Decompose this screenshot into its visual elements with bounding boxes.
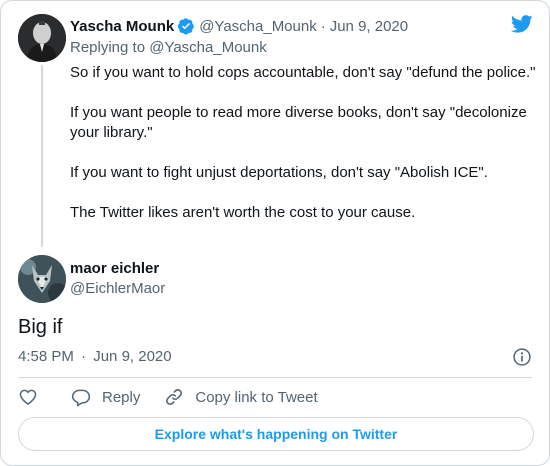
author-handle[interactable]: @EichlerMaor	[70, 280, 165, 297]
like-button[interactable]	[18, 387, 38, 407]
main-tweet-text: Big if	[18, 316, 63, 338]
avatar-maor-eichler[interactable]	[18, 255, 66, 303]
tweet-actions: Reply Copy link to Tweet	[18, 387, 318, 407]
separator-dot: ·	[320, 17, 326, 35]
copy-link-label: Copy link to Tweet	[195, 388, 318, 406]
copy-link-button[interactable]: Copy link to Tweet	[164, 387, 318, 407]
explore-twitter-button[interactable]: Explore what's happening on Twitter	[18, 417, 534, 451]
parent-tweet-header: Yascha Mounk @Yascha_Mounk · Jun 9, 2020	[70, 17, 408, 35]
heart-icon	[19, 389, 37, 405]
author-name[interactable]: maor eichler	[70, 260, 159, 277]
replying-mention-link[interactable]: @Yascha_Mounk	[149, 39, 267, 56]
twitter-bird-icon[interactable]	[511, 15, 533, 33]
author-name[interactable]: Yascha Mounk	[70, 18, 174, 35]
divider	[18, 377, 532, 378]
tweet-date[interactable]: Jun 9, 2020	[330, 18, 408, 35]
reply-bubble-icon	[71, 389, 91, 407]
thread-connector-line	[41, 65, 43, 247]
tweet-paragraph: So if you want to hold cops accountable,…	[70, 64, 536, 81]
parent-tweet-text: So if you want to hold cops accountable,…	[70, 63, 538, 223]
reply-button[interactable]: Reply	[71, 387, 140, 407]
embedded-tweet-card: Yascha Mounk @Yascha_Mounk · Jun 9, 2020…	[0, 0, 550, 466]
replying-to-line: Replying to @Yascha_Mounk	[70, 39, 267, 56]
separator-dot: ·	[81, 348, 87, 365]
verified-badge-icon	[178, 18, 195, 35]
replying-prefix: Replying to	[70, 39, 146, 56]
link-icon	[166, 389, 183, 405]
person-photo-icon	[18, 14, 66, 62]
info-icon[interactable]	[512, 347, 532, 367]
wolf-photo-icon	[18, 255, 66, 303]
avatar-yascha-mounk[interactable]	[18, 14, 66, 62]
tweet-paragraph: The Twitter likes aren't worth the cost …	[70, 204, 416, 221]
author-handle[interactable]: @Yascha_Mounk	[199, 18, 317, 35]
tweet-date: Jun 9, 2020	[93, 348, 172, 365]
reply-label: Reply	[102, 388, 141, 406]
tweet-timestamp[interactable]: 4:58 PM · Jun 9, 2020	[18, 348, 172, 365]
tweet-paragraph: If you want people to read more diverse …	[70, 104, 527, 141]
tweet-paragraph: If you want to fight unjust deportations…	[70, 164, 488, 181]
tweet-time: 4:58 PM	[18, 348, 74, 365]
